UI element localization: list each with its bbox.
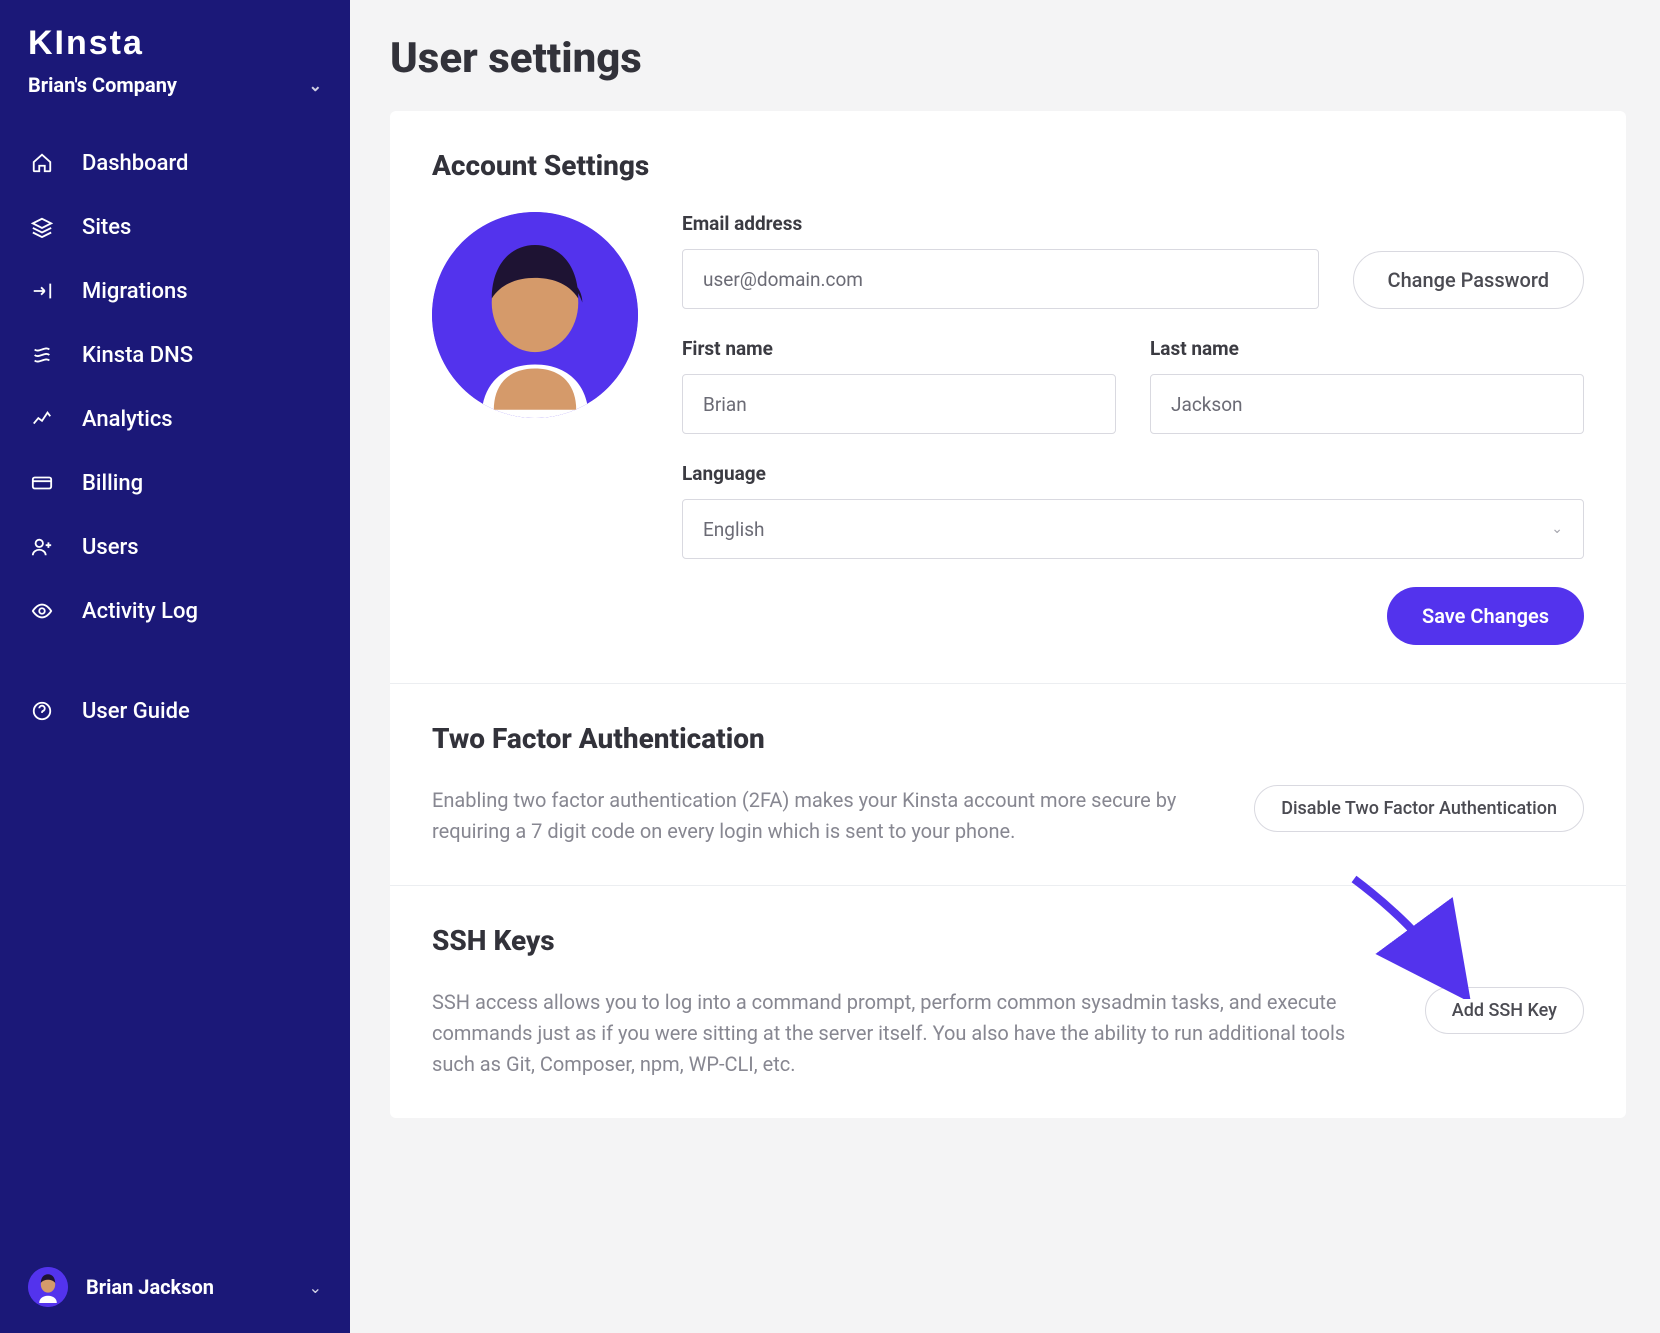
last-name-label: Last name [1150, 337, 1584, 360]
sidebar-item-dashboard[interactable]: Dashboard [0, 131, 350, 195]
two-factor-section: Two Factor Authentication Enabling two f… [390, 684, 1626, 886]
company-selector[interactable]: Brian's Company ⌄ [0, 73, 350, 131]
language-label: Language [682, 462, 1584, 485]
sidebar-item-users[interactable]: Users [0, 515, 350, 579]
sidebar-item-activity-log[interactable]: Activity Log [0, 579, 350, 643]
avatar-small [28, 1267, 68, 1307]
sidebar: KInsta Brian's Company ⌄ Dashboard Sites… [0, 0, 350, 1333]
sidebar-user-name: Brian Jackson [86, 1275, 291, 1299]
users-icon [28, 533, 56, 561]
sidebar-item-label: Billing [82, 471, 143, 496]
home-icon [28, 149, 56, 177]
billing-icon [28, 469, 56, 497]
eye-icon [28, 597, 56, 625]
chevron-down-icon: ⌄ [309, 76, 322, 95]
sidebar-item-label: Migrations [82, 279, 188, 304]
sidebar-item-analytics[interactable]: Analytics [0, 387, 350, 451]
ssh-keys-description: SSH access allows you to log into a comm… [432, 987, 1365, 1080]
ssh-keys-section: SSH Keys SSH access allows you to log in… [390, 886, 1626, 1118]
help-icon [28, 697, 56, 725]
sidebar-item-label: Kinsta DNS [82, 343, 193, 368]
last-name-field[interactable] [1150, 374, 1584, 434]
chevron-down-icon: ⌄ [1551, 521, 1563, 537]
two-factor-description: Enabling two factor authentication (2FA)… [432, 785, 1194, 847]
settings-card: Account Settings Email add [390, 111, 1626, 1118]
language-select[interactable]: English ⌄ [682, 499, 1584, 559]
company-name: Brian's Company [28, 73, 177, 97]
first-name-label: First name [682, 337, 1116, 360]
main-content: User settings Account Settings [350, 0, 1660, 1333]
sidebar-item-label: Analytics [82, 407, 173, 432]
add-ssh-key-button[interactable]: Add SSH Key [1425, 987, 1584, 1034]
sidebar-item-label: Users [82, 535, 139, 560]
two-factor-title: Two Factor Authentication [432, 722, 1584, 755]
sidebar-item-label: Sites [82, 215, 131, 240]
account-settings-section: Account Settings Email add [390, 111, 1626, 684]
sidebar-item-label: Dashboard [82, 151, 188, 176]
page-title: User settings [390, 34, 1626, 83]
sidebar-item-sites[interactable]: Sites [0, 195, 350, 259]
first-name-field[interactable] [682, 374, 1116, 434]
migrate-icon [28, 277, 56, 305]
sidebar-item-dns[interactable]: Kinsta DNS [0, 323, 350, 387]
ssh-keys-title: SSH Keys [432, 924, 1584, 957]
language-value: English [703, 518, 764, 541]
sidebar-item-user-guide[interactable]: User Guide [0, 679, 350, 743]
layers-icon [28, 213, 56, 241]
brand-logo: KInsta [0, 24, 350, 73]
sidebar-nav: Dashboard Sites Migrations Kinsta DNS An… [0, 131, 350, 743]
email-label: Email address [682, 212, 1319, 235]
change-password-button[interactable]: Change Password [1353, 251, 1584, 309]
avatar-large[interactable] [432, 212, 638, 418]
analytics-icon [28, 405, 56, 433]
disable-2fa-button[interactable]: Disable Two Factor Authentication [1254, 785, 1584, 832]
sidebar-user-menu[interactable]: Brian Jackson ⌄ [0, 1267, 350, 1307]
sidebar-item-migrations[interactable]: Migrations [0, 259, 350, 323]
sidebar-item-label: User Guide [82, 699, 190, 724]
email-field[interactable] [682, 249, 1319, 309]
sidebar-item-label: Activity Log [82, 599, 198, 624]
chevron-down-icon: ⌄ [309, 1278, 322, 1297]
sidebar-item-billing[interactable]: Billing [0, 451, 350, 515]
account-settings-title: Account Settings [432, 149, 1584, 182]
save-changes-button[interactable]: Save Changes [1387, 587, 1584, 645]
dns-icon [28, 341, 56, 369]
